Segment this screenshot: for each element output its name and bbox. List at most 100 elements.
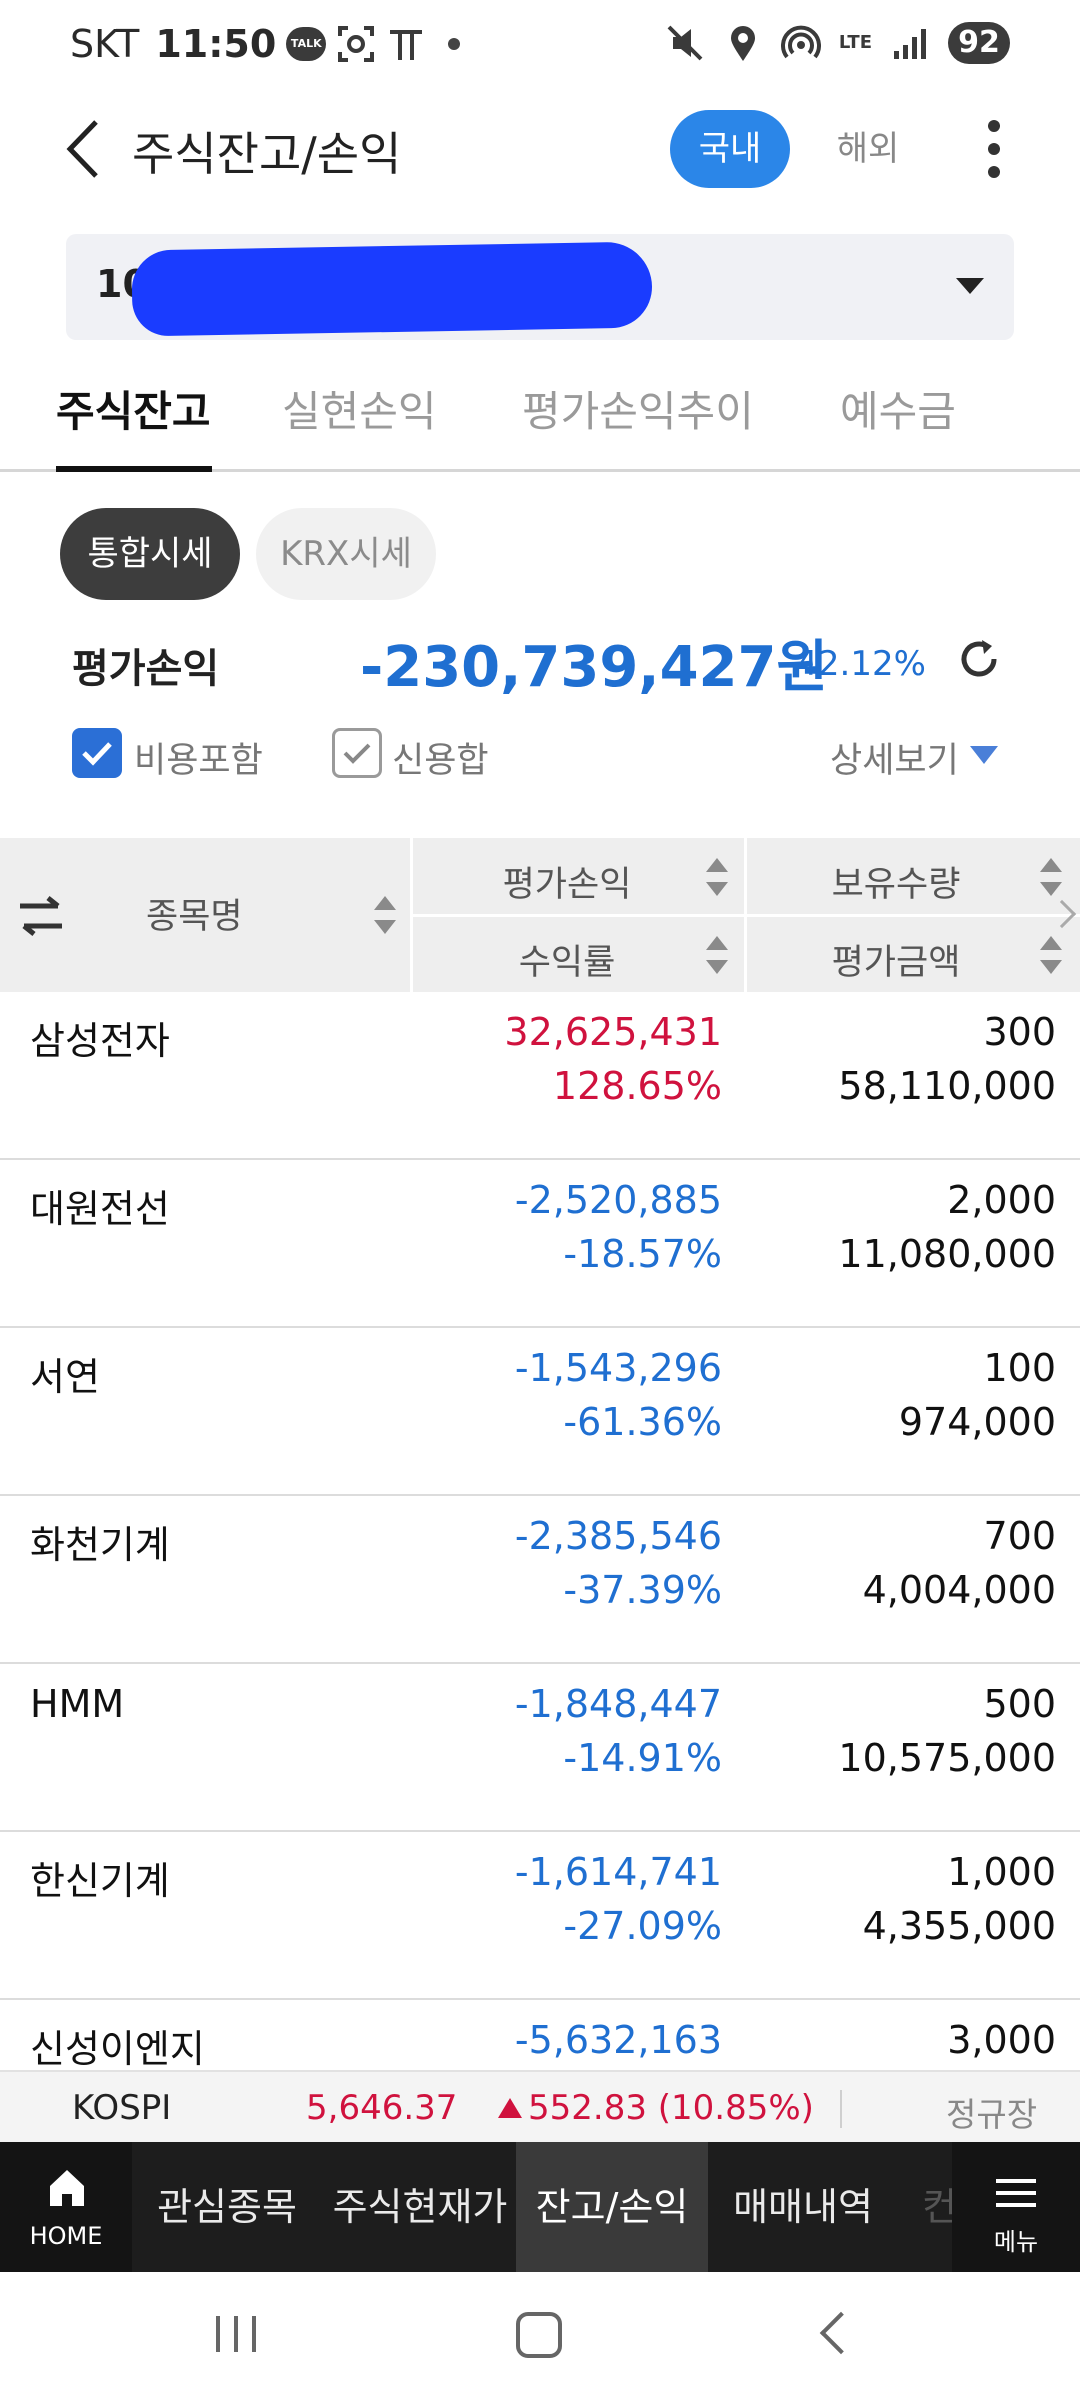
domestic-toggle[interactable]: 국내: [670, 110, 790, 188]
tab-bar: 주식잔고 실현손익 평가손익추이 예수금: [0, 360, 1080, 472]
col-valuation-pl[interactable]: 평가손익: [412, 856, 722, 907]
row-qty: 2,000: [947, 1178, 1056, 1222]
sort-name-icon[interactable]: [374, 896, 396, 934]
stock-name: 신성이엔지: [30, 2027, 205, 2070]
stock-name: 대원전선: [30, 1187, 170, 1231]
t-app-icon: [390, 30, 423, 60]
row-rate: -37.39%: [563, 1568, 722, 1612]
include-fees-checkbox[interactable]: [72, 728, 122, 778]
row-pl: -5,632,163: [514, 2018, 722, 2062]
more-menu-icon[interactable]: [976, 116, 1012, 182]
stock-name: 한신기계: [30, 1859, 170, 1903]
table-row[interactable]: HMM -1,848,447 -14.91% 500 10,575,000: [0, 1664, 1080, 1832]
row-rate: -14.91%: [563, 1736, 722, 1780]
col-return-rate[interactable]: 수익률: [412, 934, 722, 985]
col-quantity[interactable]: 보유수량: [746, 856, 1046, 907]
tab-deposit[interactable]: 예수금: [840, 378, 956, 472]
holdings-list: 삼성전자 32,625,431 128.65% 300 58,110,000 대…: [0, 992, 1080, 2070]
overseas-toggle[interactable]: 해외: [808, 110, 928, 188]
kakaotalk-icon: TALK: [286, 27, 327, 61]
row-amount: 58,110,000: [838, 1064, 1056, 1108]
row-amount: 10,575,000: [838, 1736, 1056, 1780]
valuation-pl-label: 평가손익: [72, 646, 220, 692]
account-selector[interactable]: 10: [66, 234, 1014, 340]
notification-dot-icon: [448, 38, 461, 50]
nav-menu[interactable]: 메뉴: [952, 2142, 1080, 2272]
row-pl: -2,385,546: [514, 1514, 722, 1558]
row-pl: -1,614,741: [514, 1850, 722, 1894]
detail-view-link[interactable]: 상세보기: [830, 732, 959, 783]
table-row[interactable]: 한신기계 -1,614,741 -27.09% 1,000 4,355,000: [0, 1832, 1080, 2000]
system-home-icon[interactable]: [516, 2312, 562, 2358]
status-bar: SKT 11:50 TALK LTE 92: [0, 0, 1080, 96]
table-row[interactable]: 대원전선 -2,520,885 -18.57% 2,000 11,080,000: [0, 1160, 1080, 1328]
scroll-right-chevron-icon[interactable]: [1047, 899, 1077, 929]
row-amount: 4,355,000: [862, 1904, 1056, 1948]
reorder-icon[interactable]: [18, 894, 64, 938]
table-row[interactable]: 신성이엔지 -5,632,163 3,000: [0, 2000, 1080, 2070]
include-fees-label: 비용포함: [134, 741, 263, 781]
row-qty: 100: [983, 1346, 1056, 1390]
index-value: 5,646.37: [306, 2088, 458, 2128]
row-qty: 300: [983, 1010, 1056, 1054]
nav-watchlist[interactable]: 관심종목: [146, 2142, 308, 2272]
recent-apps-icon[interactable]: [214, 2314, 258, 2354]
checkmark-icon: [82, 742, 112, 766]
stock-name: 삼성전자: [30, 1019, 170, 1063]
nav-home-label: HOME: [29, 2222, 103, 2250]
row-amount: 4,004,000: [862, 1568, 1056, 1612]
hotspot-icon: [780, 25, 821, 59]
credit-sum-checkbox[interactable]: [332, 728, 382, 778]
location-icon: [730, 26, 755, 61]
krx-price-chip[interactable]: KRX시세: [256, 508, 436, 600]
lte-label: LTE: [838, 32, 872, 53]
row-qty: 3,000: [947, 2018, 1056, 2062]
table-row[interactable]: 서연 -1,543,296 -61.36% 100 974,000: [0, 1328, 1080, 1496]
system-back-icon[interactable]: [819, 2311, 863, 2355]
sort-qty-icon[interactable]: [1040, 858, 1062, 896]
signal-icon: [894, 29, 926, 59]
nav-home[interactable]: HOME: [0, 2142, 132, 2272]
account-redaction: [131, 241, 653, 337]
tab-stock-balance[interactable]: 주식잔고: [56, 378, 211, 472]
row-pl: -1,848,447: [514, 1682, 722, 1726]
sort-amount-icon[interactable]: [1040, 936, 1062, 974]
refresh-icon[interactable]: [954, 634, 1004, 684]
page-title: 주식잔고/손익: [132, 127, 402, 181]
carrier-label: SKT: [70, 22, 140, 66]
sort-rate-icon[interactable]: [706, 936, 728, 974]
index-change: 552.83 (10.85%): [528, 2088, 814, 2128]
screenshot-icon: [338, 26, 375, 62]
table-row[interactable]: 삼성전자 32,625,431 128.65% 300 58,110,000: [0, 992, 1080, 1160]
index-ticker[interactable]: KOSPI 5,646.37 552.83 (10.85%) 정규장: [0, 2070, 1080, 2142]
battery-badge: 92: [948, 22, 1010, 64]
table-row[interactable]: 화천기계 -2,385,546 -37.39% 700 4,004,000: [0, 1496, 1080, 1664]
up-triangle-icon: [498, 2098, 522, 2118]
row-rate: -27.09%: [563, 1904, 722, 1948]
sort-pl-icon[interactable]: [706, 858, 728, 896]
holdings-table-header: 종목명 평가손익 수익률 보유수량 평가금액: [0, 838, 1080, 992]
row-amount: 974,000: [898, 1400, 1056, 1444]
integrated-price-chip[interactable]: 통합시세: [60, 508, 240, 600]
nav-trade-history[interactable]: 매매내역: [718, 2142, 888, 2272]
market-session: 정규장: [946, 2095, 1038, 2134]
nav-menu-label: 메뉴: [993, 2228, 1039, 2256]
tab-valuation-trend[interactable]: 평가손익추이: [522, 378, 754, 472]
row-pl: -1,543,296: [514, 1346, 722, 1390]
caret-down-icon[interactable]: [970, 746, 998, 764]
nav-partial-item[interactable]: 컨: [922, 2142, 952, 2272]
row-qty: 1,000: [947, 1850, 1056, 1894]
app-header: 주식잔고/손익 국내 해외: [0, 96, 1080, 202]
clock: 11:50: [155, 22, 277, 66]
tab-realized-pl[interactable]: 실현손익: [282, 378, 437, 472]
col-stock-name[interactable]: 종목명: [146, 888, 243, 939]
bottom-nav: HOME 관심종목 주식현재가 잔고/손익 매매내역 컨 메뉴: [0, 2142, 1080, 2272]
row-qty: 500: [983, 1682, 1056, 1726]
nav-current-price[interactable]: 주식현재가: [322, 2142, 518, 2272]
row-rate: -18.57%: [563, 1232, 722, 1276]
row-rate: -61.36%: [563, 1400, 722, 1444]
back-arrow-icon[interactable]: [56, 114, 116, 184]
nav-balance-pl[interactable]: 잔고/손익: [516, 2142, 708, 2272]
row-amount: 11,080,000: [838, 1232, 1056, 1276]
col-valuation-amount[interactable]: 평가금액: [746, 934, 1046, 985]
